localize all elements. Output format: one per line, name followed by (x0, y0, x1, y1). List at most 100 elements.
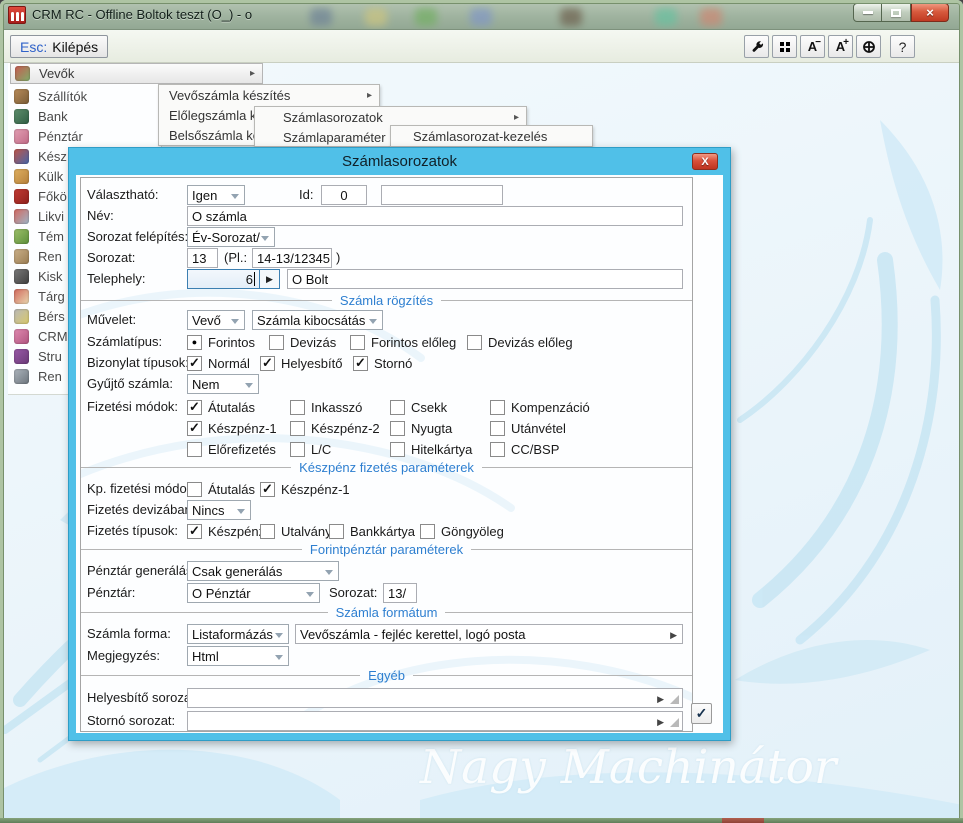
checkbox-ft-gongyoleg[interactable]: Göngyöleg (420, 521, 504, 541)
checkbox-ccbsp[interactable]: CC/BSP (490, 439, 559, 459)
example-prefix-label: (Pl.: (224, 250, 247, 265)
megjegyzes-dropdown[interactable]: Html (187, 646, 289, 666)
checkbox-keszpenz2[interactable]: Készpénz-2 (290, 418, 380, 438)
navigate-button[interactable] (856, 35, 881, 58)
settings-button[interactable] (744, 35, 769, 58)
exit-button[interactable]: Esc: Kilépés (10, 35, 108, 58)
storno-sorozat-field[interactable]: ▶ (187, 711, 683, 731)
glass-blur-blob (655, 8, 677, 26)
checkbox-keszpenz1[interactable]: ✓Készpénz-1 (187, 418, 277, 438)
maximize-button[interactable] (882, 3, 911, 22)
telephely-name-field[interactable]: O Bolt (287, 269, 683, 289)
row-penztar: Pénztár: O Pénztár Sorozat: 13/ (81, 583, 692, 603)
dialog-close-button[interactable]: X (692, 153, 718, 170)
crm-icon (14, 329, 29, 344)
checkbox-box: ✓ (187, 400, 202, 415)
ledger-icon (14, 189, 29, 204)
checkbox-utanvetel[interactable]: Utánvétel (490, 418, 566, 438)
row-fizetes-tipusok: Fizetés típusok: ✓Készpénz Utalvány Bank… (81, 521, 692, 541)
checkbox-ft-bankkartya[interactable]: Bankkártya (329, 521, 415, 541)
row-nev: Név: O számla (81, 206, 692, 226)
layout-button[interactable] (772, 35, 797, 58)
minimize-button[interactable] (853, 3, 882, 22)
dialog-close-icon: X (701, 156, 708, 168)
checkbox-box (390, 400, 405, 415)
checkbox-elorefizetes[interactable]: Előrefizetés (187, 439, 276, 459)
muvelet-tipus-dropdown[interactable]: Számla kibocsátás (252, 310, 383, 330)
checkbox-lc[interactable]: L/C (290, 439, 331, 459)
penztar-dropdown[interactable]: O Pénztár (187, 583, 320, 603)
font-larger-button[interactable]: A + (828, 35, 853, 58)
muvelet-dropdown[interactable]: Vevő (187, 310, 245, 330)
checkbox-normal[interactable]: ✓Normál (187, 353, 250, 373)
checkbox-csekk[interactable]: Csekk (390, 397, 447, 417)
checkbox-inkasszo[interactable]: Inkasszó (290, 397, 362, 417)
szamla-forma-dropdown[interactable]: Listaformázás (187, 624, 289, 644)
radio-devizas-eloleg[interactable]: Devizás előleg (467, 332, 573, 352)
gyujto-dropdown[interactable]: Nem (187, 374, 259, 394)
checkbox-kompenzacio[interactable]: Kompenzáció (490, 397, 590, 417)
wrench-icon (750, 40, 764, 54)
row-bizonylat: Bizonylat típusok: ✓Normál ✓Helyesbítő ✓… (81, 353, 692, 373)
sidebar-item-vevok[interactable]: Vevők ▸ (10, 63, 263, 84)
checkbox-kp-keszpenz1[interactable]: ✓Készpénz-1 (260, 479, 350, 499)
checkbox-nyugta[interactable]: Nyugta (390, 418, 452, 438)
row-megjegyzes: Megjegyzés: Html (81, 646, 692, 666)
window-titlebar: CRM RC - Offline Boltok teszt (O_) - o × (0, 0, 963, 30)
deviza-dropdown[interactable]: Nincs (187, 500, 251, 520)
telephely-field[interactable]: 6 (187, 269, 260, 289)
minimize-icon (863, 11, 873, 14)
lookup-arrow-icon: ▶ (657, 717, 664, 728)
structure-icon (14, 349, 29, 364)
radio-forintos-eloleg[interactable]: Forintos előleg (350, 332, 456, 352)
nev-field[interactable]: O számla (187, 206, 683, 226)
checkbox-kp-atutalas[interactable]: Átutalás (187, 479, 255, 499)
sidebar-item-szallitok[interactable]: Szállítók (8, 86, 161, 106)
penztar-sorozat-field[interactable]: 13/ (383, 583, 417, 603)
checkbox-box (390, 421, 405, 436)
radio-devizas[interactable]: Devizás (269, 332, 336, 352)
row-sorozat-felepites: Sorozat felépítés: Év-Sorozat/ (81, 227, 692, 247)
font-smaller-button[interactable]: A − (800, 35, 825, 58)
checkbox-ft-utalvany[interactable]: Utalvány (260, 521, 332, 541)
menu-item-szamlasorozat-kezeles[interactable]: Számlasorozat-kezelés (391, 126, 592, 146)
checkbox-hitelkartya[interactable]: Hitelkártya (390, 439, 472, 459)
szamla-format-picker[interactable]: Vevőszámla - fejléc kerettel, logó posta… (295, 624, 683, 644)
row-telephely: Telephely: 6 ▶ O Bolt (81, 269, 692, 289)
menu-item-szamlasorozatok[interactable]: Számlasorozatok ▸ (255, 107, 526, 127)
checkbox-ft-keszpenz[interactable]: ✓Készpénz (187, 521, 265, 541)
helyesbito-sorozat-field[interactable]: ▶ (187, 688, 683, 708)
row-gyujto: Gyűjtő számla: Nem (81, 374, 692, 394)
telephely-lookup-button[interactable]: ▶ (260, 269, 280, 289)
checkbox-helyesbito[interactable]: ✓Helyesbítő (260, 353, 342, 373)
menu-item-vevoszamla-keszites[interactable]: Vevőszámla készítés ▸ (159, 85, 379, 105)
dialog-ok-button[interactable]: ✓ (691, 703, 712, 724)
valaszthato-dropdown[interactable]: Igen (187, 185, 245, 205)
section-szamla-formatum: Számla formátum (81, 604, 692, 620)
sorozat-felepites-dropdown[interactable]: Év-Sorozat/ (187, 227, 275, 247)
row-sorozat: Sorozat: 13 (Pl.: 14-13/12345 ) (81, 248, 692, 268)
glass-blur-blob (415, 8, 437, 26)
window-bottom-border-accent (722, 818, 764, 823)
checkbox-storno[interactable]: ✓Stornó (353, 353, 412, 373)
szamlasorozat-kezeles-submenu: Számlasorozat-kezelés (390, 125, 593, 147)
customers-icon (15, 66, 30, 81)
sorozat-field[interactable]: 13 (187, 248, 218, 268)
penztar-generalas-dropdown[interactable]: Csak generálás (187, 561, 339, 581)
help-button[interactable]: ? (890, 35, 915, 58)
sorozat-example-field[interactable]: 14-13/12345 (252, 248, 332, 268)
picker-arrow-icon: ▶ (670, 630, 677, 641)
radio-forintos[interactable]: ●Forintos (187, 332, 255, 352)
id-extra-field[interactable] (381, 185, 503, 205)
sidebar-item-bank[interactable]: Bank (8, 106, 161, 126)
checkbox-box (290, 400, 305, 415)
radio-box (269, 335, 284, 350)
id-field[interactable]: 0 (321, 185, 367, 205)
checkbox-atutalas[interactable]: ✓Átutalás (187, 397, 255, 417)
stock-icon (14, 149, 29, 164)
window-close-button[interactable]: × (911, 3, 949, 22)
checkbox-box: ✓ (187, 524, 202, 539)
row-fizetesi-modok-2: ✓Készpénz-1 Készpénz-2 Nyugta Utánvétel (81, 418, 692, 438)
sidebar-item-penztar[interactable]: Pénztár (8, 126, 161, 146)
row-fizetesi-modok-1: Fizetési módok: ✓Átutalás Inkasszó Csekk… (81, 397, 692, 417)
